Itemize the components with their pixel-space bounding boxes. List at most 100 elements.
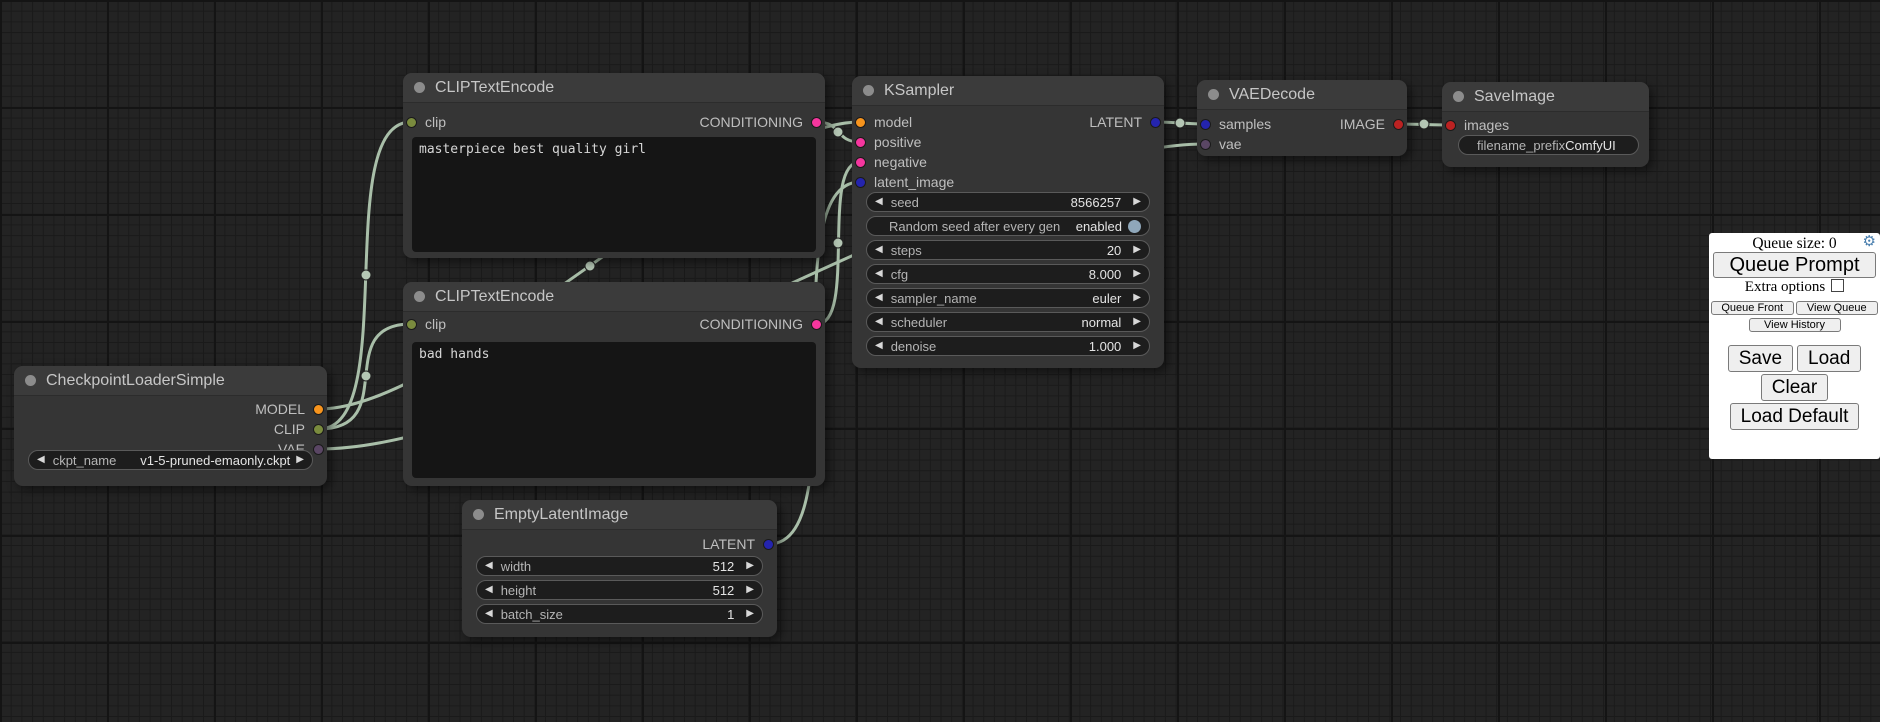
- positive-input-port[interactable]: [855, 137, 866, 148]
- batch-size-widget[interactable]: ◀ batch_size 1 ▶: [476, 604, 763, 624]
- node-title: CLIPTextEncode: [435, 79, 554, 97]
- increment-arrow-icon[interactable]: ▶: [1133, 317, 1141, 327]
- height-widget[interactable]: ◀ height 512 ▶: [476, 580, 763, 600]
- conditioning-output-port[interactable]: [811, 117, 822, 128]
- save-image-node[interactable]: SaveImage images filename_prefix ComfyUI: [1442, 82, 1649, 167]
- clip-input-port[interactable]: [406, 117, 417, 128]
- negative-input-port[interactable]: [855, 157, 866, 168]
- clip-input-port[interactable]: [406, 319, 417, 330]
- decrement-arrow-icon[interactable]: ◀: [875, 197, 883, 207]
- comfy-menu-panel: Queue size: 0 ⚙ Queue Prompt Extra optio…: [1709, 233, 1880, 459]
- link-midpoint-dot: [1175, 118, 1185, 128]
- width-widget[interactable]: ◀ width 512 ▶: [476, 556, 763, 576]
- node-title: CheckpointLoaderSimple: [46, 372, 225, 390]
- increment-arrow-icon[interactable]: ▶: [746, 561, 754, 571]
- samples-input-port[interactable]: [1200, 119, 1211, 130]
- link-midpoint-dot: [1419, 119, 1429, 129]
- node-titlebar[interactable]: CLIPTextEncode: [403, 282, 825, 312]
- decrement-arrow-icon[interactable]: ◀: [485, 561, 493, 571]
- increment-arrow-icon[interactable]: ▶: [1133, 341, 1141, 351]
- increment-arrow-icon[interactable]: ▶: [296, 455, 304, 465]
- increment-arrow-icon[interactable]: ▶: [1133, 197, 1141, 207]
- increment-arrow-icon[interactable]: ▶: [1133, 293, 1141, 303]
- clip-text-encode-positive-node[interactable]: CLIPTextEncode clip CONDITIONING masterp…: [403, 73, 825, 258]
- model-output-port[interactable]: [313, 404, 324, 415]
- increment-arrow-icon[interactable]: ▶: [1133, 245, 1141, 255]
- clip-text-encode-negative-node[interactable]: CLIPTextEncode clip CONDITIONING bad han…: [403, 282, 825, 486]
- scheduler-widget[interactable]: ◀ scheduler normal ▶: [866, 312, 1150, 332]
- clip-output-port[interactable]: [313, 424, 324, 435]
- decrement-arrow-icon[interactable]: ◀: [37, 455, 45, 465]
- denoise-widget[interactable]: ◀ denoise 1.000 ▶: [866, 336, 1150, 356]
- link-midpoint-dot: [833, 238, 843, 248]
- node-title: KSampler: [884, 82, 954, 100]
- collapse-dot-icon[interactable]: [25, 375, 36, 386]
- vae-input-port[interactable]: [1200, 139, 1211, 150]
- decrement-arrow-icon[interactable]: ◀: [875, 245, 883, 255]
- node-titlebar[interactable]: SaveImage: [1442, 82, 1649, 112]
- ckpt-name-widget[interactable]: ◀ ckpt_name v1-5-pruned-emaonly.ckpt ▶: [28, 450, 313, 470]
- vae-output-port[interactable]: [313, 444, 324, 455]
- ksampler-node[interactable]: KSampler model LATENT positive negative …: [852, 76, 1164, 368]
- node-titlebar[interactable]: VAEDecode: [1197, 80, 1407, 110]
- load-default-button[interactable]: Load Default: [1730, 403, 1860, 430]
- decrement-arrow-icon[interactable]: ◀: [875, 341, 883, 351]
- queue-prompt-button[interactable]: Queue Prompt: [1713, 252, 1876, 278]
- extra-options-checkbox[interactable]: [1831, 279, 1844, 292]
- toggle-enabled-icon[interactable]: [1128, 220, 1141, 233]
- decrement-arrow-icon[interactable]: ◀: [485, 609, 493, 619]
- latent-image-input-port[interactable]: [855, 177, 866, 188]
- node-titlebar[interactable]: EmptyLatentImage: [462, 500, 777, 530]
- random-seed-toggle-widget[interactable]: Random seed after every gen enabled: [866, 216, 1150, 236]
- model-input-port[interactable]: [855, 117, 866, 128]
- link-midpoint-dot: [361, 270, 371, 280]
- node-titlebar[interactable]: KSampler: [852, 76, 1164, 106]
- node-title: SaveImage: [1474, 88, 1555, 106]
- node-title: EmptyLatentImage: [494, 506, 628, 524]
- collapse-dot-icon[interactable]: [1453, 91, 1464, 102]
- link-midpoint-dot: [833, 127, 843, 137]
- decrement-arrow-icon[interactable]: ◀: [875, 269, 883, 279]
- load-button[interactable]: Load: [1797, 345, 1861, 372]
- sampler-name-widget[interactable]: ◀ sampler_name euler ▶: [866, 288, 1150, 308]
- settings-gear-icon[interactable]: ⚙: [1863, 235, 1876, 250]
- collapse-dot-icon[interactable]: [1208, 89, 1219, 100]
- clear-button[interactable]: Clear: [1761, 374, 1828, 401]
- node-title: CLIPTextEncode: [435, 288, 554, 306]
- images-input-port[interactable]: [1445, 120, 1456, 131]
- collapse-dot-icon[interactable]: [473, 509, 484, 520]
- collapse-dot-icon[interactable]: [414, 291, 425, 302]
- decrement-arrow-icon[interactable]: ◀: [485, 585, 493, 595]
- link-midpoint-dot: [585, 261, 595, 271]
- cfg-widget[interactable]: ◀ cfg 8.000 ▶: [866, 264, 1150, 284]
- view-history-button[interactable]: View History: [1749, 318, 1841, 332]
- node-titlebar[interactable]: CLIPTextEncode: [403, 73, 825, 103]
- increment-arrow-icon[interactable]: ▶: [746, 585, 754, 595]
- conditioning-output-port[interactable]: [811, 319, 822, 330]
- increment-arrow-icon[interactable]: ▶: [1133, 269, 1141, 279]
- increment-arrow-icon[interactable]: ▶: [746, 609, 754, 619]
- decrement-arrow-icon[interactable]: ◀: [875, 317, 883, 327]
- latent-output-port[interactable]: [1150, 117, 1161, 128]
- queue-front-button[interactable]: Queue Front: [1711, 301, 1794, 315]
- extra-options-label: Extra options: [1745, 279, 1825, 295]
- node-titlebar[interactable]: CheckpointLoaderSimple: [14, 366, 327, 396]
- decrement-arrow-icon[interactable]: ◀: [875, 293, 883, 303]
- vae-decode-node[interactable]: VAEDecode samples IMAGE vae: [1197, 80, 1407, 156]
- view-queue-button[interactable]: View Queue: [1796, 301, 1879, 315]
- latent-output-port[interactable]: [763, 539, 774, 550]
- image-output-port[interactable]: [1393, 119, 1404, 130]
- seed-widget[interactable]: ◀ seed 8566257 ▶: [866, 192, 1150, 212]
- collapse-dot-icon[interactable]: [414, 82, 425, 93]
- empty-latent-image-node[interactable]: EmptyLatentImage LATENT ◀ width 512 ▶ ◀ …: [462, 500, 777, 637]
- collapse-dot-icon[interactable]: [863, 85, 874, 96]
- negative-prompt-textarea[interactable]: bad hands: [412, 342, 816, 478]
- save-button[interactable]: Save: [1728, 345, 1793, 372]
- checkpoint-loader-node[interactable]: CheckpointLoaderSimple MODEL CLIP VAE ◀ …: [14, 366, 327, 486]
- queue-size-label: Queue size: 0: [1752, 235, 1836, 252]
- steps-widget[interactable]: ◀ steps 20 ▶: [866, 240, 1150, 260]
- positive-prompt-textarea[interactable]: masterpiece best quality girl: [412, 137, 816, 252]
- filename-prefix-widget[interactable]: filename_prefix ComfyUI: [1458, 135, 1639, 155]
- node-title: VAEDecode: [1229, 86, 1315, 104]
- comfyui-canvas[interactable]: { "ui": { "left_arrow": "◀", "right_arro…: [0, 0, 1880, 722]
